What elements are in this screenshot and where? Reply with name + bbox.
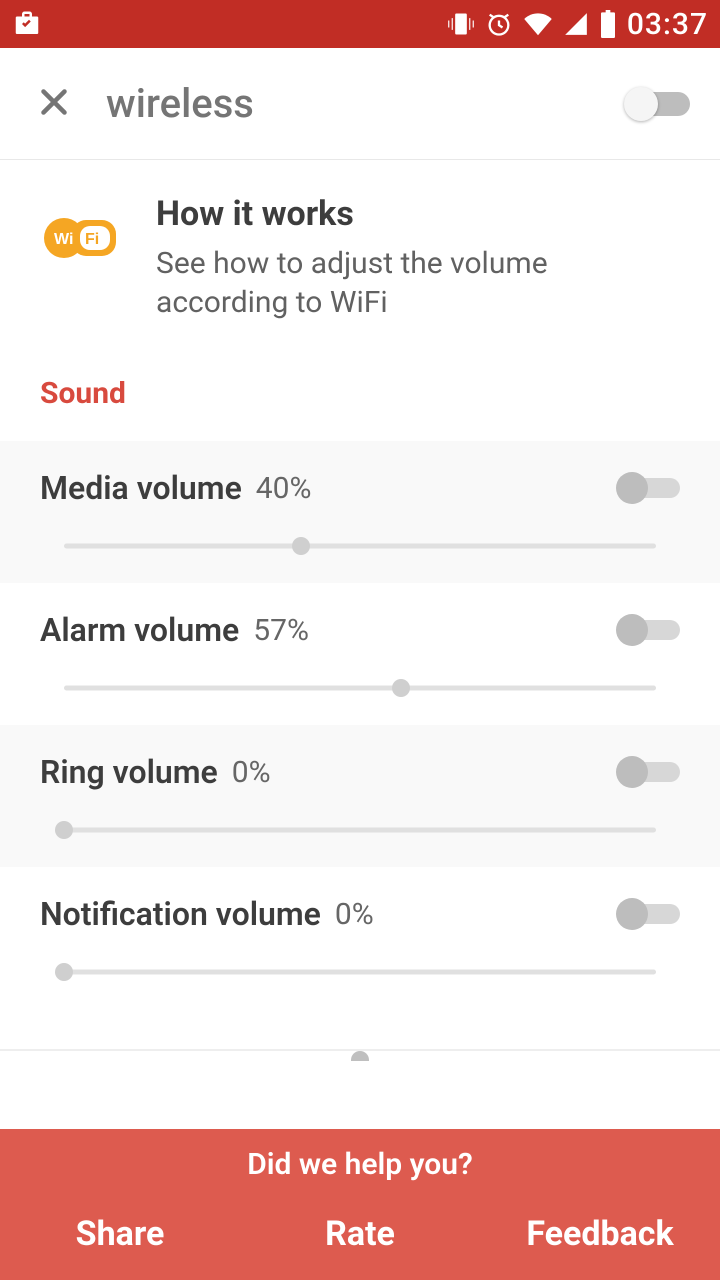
- volume-toggle[interactable]: [618, 476, 680, 500]
- volume-label: Notification volume: [40, 895, 321, 933]
- volume-label: Ring volume: [40, 753, 218, 791]
- volume-percent: 0%: [232, 755, 271, 790]
- status-left: [12, 9, 42, 39]
- volume-toggle[interactable]: [618, 618, 680, 642]
- app-bar: wireless: [0, 48, 720, 160]
- partial-slider: [0, 1051, 720, 1091]
- briefcase-icon: [12, 9, 42, 39]
- signal-icon: [563, 11, 589, 37]
- svg-text:Fi: Fi: [85, 231, 99, 248]
- status-bar: 03:37: [0, 0, 720, 48]
- volume-item: Alarm volume 57%: [0, 583, 720, 725]
- volume-slider[interactable]: [64, 679, 656, 697]
- how-it-works-text: How it works See how to adjust the volum…: [156, 194, 680, 322]
- volume-slider[interactable]: [64, 821, 656, 839]
- volume-item: Media volume 40%: [0, 441, 720, 583]
- battery-icon: [599, 10, 617, 38]
- how-desc: See how to adjust the volume according t…: [156, 244, 680, 322]
- volume-label: Media volume: [40, 469, 242, 507]
- how-it-works-card[interactable]: WiFiFi How it works See how to adjust th…: [0, 160, 720, 356]
- volume-label: Alarm volume: [40, 611, 239, 649]
- volume-item: Notification volume 0%: [0, 867, 720, 1009]
- page-title: wireless: [106, 80, 628, 127]
- footer-prompt: Did we help you?: [0, 1129, 720, 1196]
- volume-toggle[interactable]: [618, 760, 680, 784]
- share-button[interactable]: Share: [0, 1196, 240, 1280]
- volume-item: Ring volume 0%: [0, 725, 720, 867]
- rate-button[interactable]: Rate: [240, 1196, 480, 1280]
- vibrate-icon: [447, 10, 475, 38]
- master-toggle[interactable]: [628, 92, 690, 116]
- status-clock: 03:37: [627, 7, 708, 42]
- section-label-sound: Sound: [0, 356, 720, 441]
- svg-text:Wi: Wi: [54, 231, 73, 248]
- volume-percent: 40%: [256, 471, 312, 506]
- wifi-badge-icon: WiFiFi: [44, 208, 118, 264]
- volume-slider[interactable]: [64, 537, 656, 555]
- feedback-button[interactable]: Feedback: [480, 1196, 720, 1280]
- how-title: How it works: [156, 194, 680, 234]
- volume-percent: 57%: [253, 613, 309, 648]
- status-right: 03:37: [447, 7, 708, 42]
- footer: Did we help you? Share Rate Feedback: [0, 1129, 720, 1280]
- volume-slider[interactable]: [64, 963, 656, 981]
- volume-toggle[interactable]: [618, 902, 680, 926]
- alarm-icon: [485, 10, 513, 38]
- wifi-icon: [523, 9, 553, 39]
- close-icon[interactable]: [36, 84, 72, 124]
- volume-percent: 0%: [335, 897, 374, 932]
- volume-list: Media volume 40% Alarm volume 57% Ring volum…: [0, 441, 720, 1009]
- footer-buttons: Share Rate Feedback: [0, 1196, 720, 1280]
